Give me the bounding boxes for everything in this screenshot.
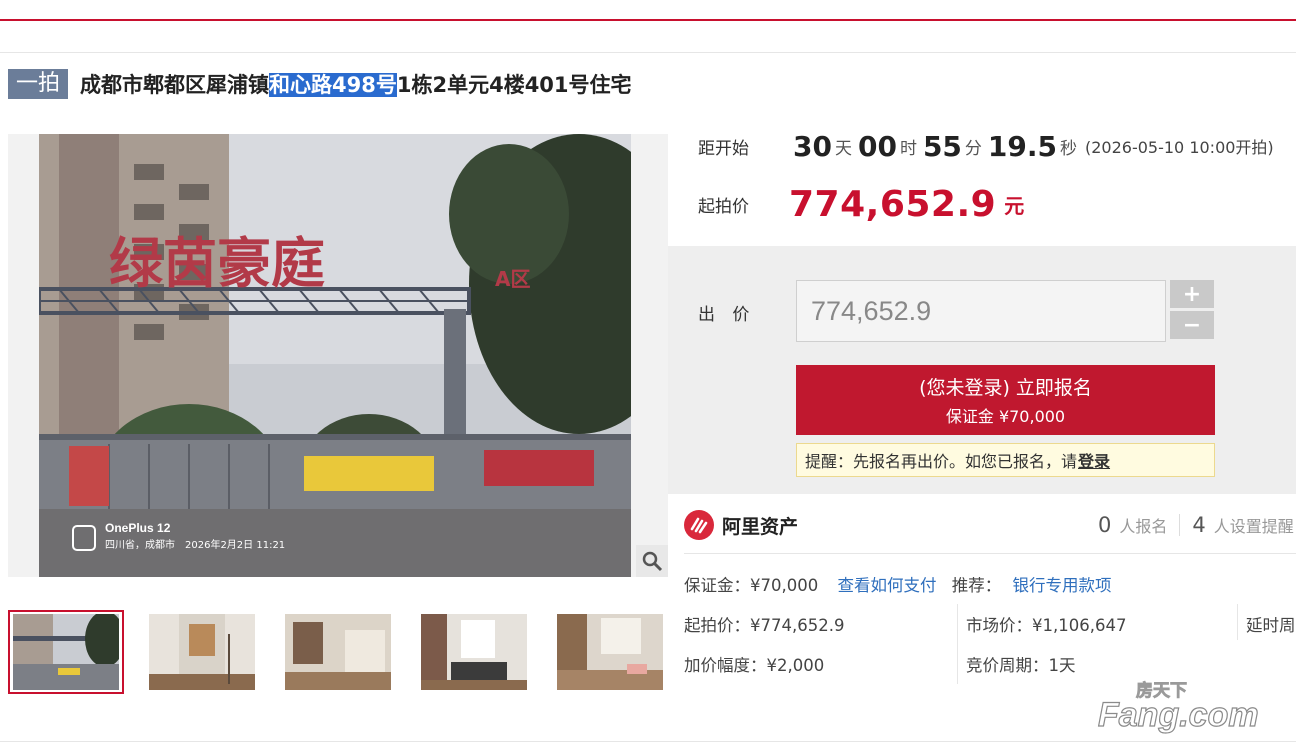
info-delay: 延时周	[1246, 616, 1296, 635]
register-button-label: (您未登录) 立即报名	[919, 377, 1092, 399]
auction-start-time: (2026-05-10 10:00开拍)	[1085, 138, 1274, 157]
gate-sign-text: 绿茵豪庭	[109, 231, 325, 295]
bank-funds-link[interactable]: 银行专用款项	[1012, 576, 1111, 595]
countdown-label: 距开始	[698, 138, 749, 159]
bid-panel: 出 价 774,652.9 + − (您未登录) 立即报名 保证金 ¥70,00…	[668, 246, 1296, 494]
bid-label: 出 价	[698, 305, 756, 325]
top-accent-rule	[0, 19, 1296, 21]
brand-name: 阿里资产	[722, 515, 799, 538]
title-suffix: 1栋2单元4楼401号住宅	[396, 73, 632, 97]
recommend-label: 推荐：	[951, 576, 1002, 595]
info-separator	[684, 553, 1296, 554]
deposit-row: 保证金：¥70,000 查看如何支付 推荐： 银行专用款项	[684, 572, 1111, 596]
item-title-row: 一拍 成都市郫都区犀浦镇和心路498号1栋2单元4楼401号住宅	[8, 68, 632, 100]
countdown-days-unit: 天	[834, 138, 852, 159]
title-prefix: 成都市郫都区犀浦镇	[80, 73, 270, 97]
countdown-minutes: 55	[922, 129, 962, 163]
thumbnail-4[interactable]	[416, 610, 532, 694]
thumbnail-2[interactable]	[144, 610, 260, 694]
reminders-count: 4	[1192, 513, 1206, 537]
countdown-hours: 00	[857, 129, 897, 163]
info-column-divider	[957, 604, 958, 684]
info-market-price: 市场价：¥1,106,647	[966, 616, 1127, 635]
login-link[interactable]: 登录	[1078, 448, 1110, 472]
registrants-count: 0	[1098, 513, 1112, 537]
start-price: 起拍价 774,652.9 元	[698, 182, 1024, 226]
stats-divider	[1179, 514, 1181, 536]
countdown-minutes-unit: 分	[964, 138, 982, 159]
register-deposit-label: 保证金 ¥70,000	[945, 407, 1066, 426]
ali-assets-logo-icon	[684, 510, 714, 540]
thumbnail-5[interactable]	[552, 610, 668, 694]
register-button[interactable]: (您未登录) 立即报名 保证金 ¥70,000	[796, 365, 1215, 435]
info-increment: 加价幅度：¥2,000	[684, 656, 825, 675]
photo-camera-stamp: OnePlus 12	[105, 521, 171, 535]
gate-zone-text: A区	[495, 267, 530, 291]
login-reminder: 提醒：先报名再出价。如您已报名，请 登录	[796, 443, 1215, 477]
how-to-pay-link[interactable]: 查看如何支付	[837, 576, 936, 595]
auction-stats: 0 人报名 4 人设置提醒	[1098, 510, 1294, 540]
registrants-label: 人报名	[1119, 517, 1168, 536]
countdown-seconds: 19.5	[987, 129, 1057, 163]
photo-location-stamp: 四川省，成都市	[105, 538, 175, 551]
deposit-info: 保证金：¥70,000	[684, 576, 819, 595]
countdown: 距开始 30 天 00 时 55 分 19.5 秒 (2026-05-10 10…	[698, 126, 1274, 166]
auction-round-tag: 一拍	[8, 69, 69, 99]
countdown-days: 30	[793, 129, 832, 163]
item-title: 成都市郫都区犀浦镇和心路498号1栋2单元4楼401号住宅	[80, 69, 632, 99]
seller-brand: 阿里资产	[684, 508, 798, 542]
thumbnail-3[interactable]	[280, 610, 396, 694]
title-highlight: 和心路498号	[269, 73, 397, 97]
bottom-rule	[0, 741, 1296, 742]
info-column-divider-2	[1237, 604, 1238, 640]
thumbnail-1[interactable]	[8, 610, 124, 694]
decrease-bid-button[interactable]: −	[1170, 311, 1214, 339]
start-price-value: 774,652.9	[789, 183, 997, 225]
fang-watermark: 房天下 Fang.com	[1096, 674, 1286, 735]
start-price-label: 起拍价	[698, 196, 749, 217]
start-price-unit: 元	[1004, 193, 1025, 218]
main-photo[interactable]: 绿茵豪庭 A区 OnePlus 12 四川省，成都市 2026年2月2日 11:…	[8, 134, 668, 577]
reminders-label: 人设置提醒	[1213, 517, 1294, 536]
countdown-seconds-unit: 秒	[1060, 138, 1077, 159]
photo-date-stamp: 2026年2月2日 11:21	[185, 538, 285, 551]
thumbnail-strip	[8, 610, 668, 694]
info-period: 竞价周期：1天	[966, 656, 1076, 675]
watermark-en: Fang.com	[1098, 696, 1259, 734]
countdown-hours-unit: 时	[899, 138, 917, 159]
reminder-text: 提醒：先报名再出价。如您已报名，请	[805, 452, 1078, 471]
zoom-icon[interactable]	[636, 545, 668, 577]
info-start-price: 起拍价：¥774,652.9	[684, 616, 845, 635]
main-photo-scene: 绿茵豪庭 A区 OnePlus 12 四川省，成都市 2026年2月2日 11:…	[39, 134, 631, 577]
increase-bid-button[interactable]: +	[1170, 280, 1214, 308]
bid-amount-input[interactable]: 774,652.9	[796, 280, 1166, 342]
header-separator	[0, 52, 1296, 53]
